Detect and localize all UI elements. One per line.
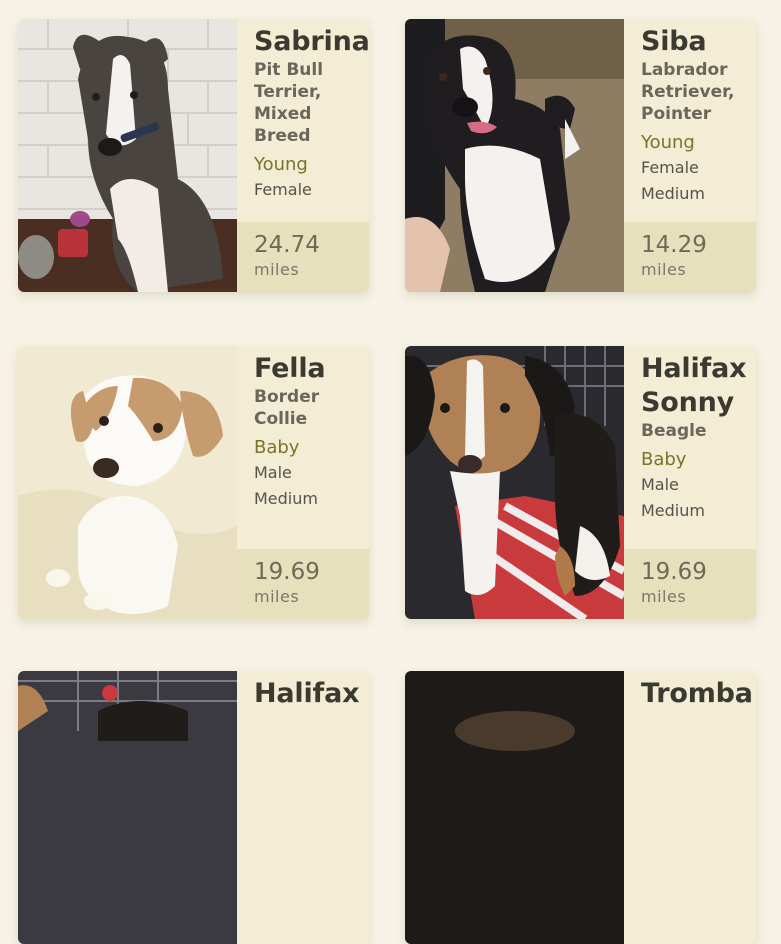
pet-card-halifax-sonny[interactable]: Halifax Sonny Beagle Baby Male Medium 19…	[405, 346, 756, 619]
pet-results-grid: Sabrina Pit Bull Terrier, Mixed Breed Yo…	[0, 0, 781, 944]
pet-age: Young	[254, 154, 308, 175]
pet-photo[interactable]	[18, 346, 237, 619]
distance-unit: miles	[641, 260, 687, 279]
pet-size: Medium	[641, 501, 705, 520]
pet-photo[interactable]	[405, 346, 624, 619]
pet-size: Medium	[254, 489, 318, 508]
pet-gender: Female	[641, 158, 699, 177]
pet-photo[interactable]	[405, 671, 624, 944]
pet-age: Baby	[641, 449, 687, 470]
pet-card-halifax[interactable]: Halifax	[18, 671, 369, 944]
distance-value: 19.69	[641, 559, 707, 585]
pet-photo[interactable]	[18, 671, 237, 944]
distance-value: 19.69	[254, 559, 320, 585]
pet-card-fella[interactable]: Fella Border Collie Baby Male Medium 19.…	[18, 346, 369, 619]
pet-info: Sabrina Pit Bull Terrier, Mixed Breed Yo…	[237, 19, 369, 222]
pet-name[interactable]: Sabrina	[254, 25, 369, 59]
pet-info: Fella Border Collie Baby Male Medium	[237, 346, 369, 549]
pet-distance: 19.69 miles	[624, 549, 756, 619]
pet-card-sabrina[interactable]: Sabrina Pit Bull Terrier, Mixed Breed Yo…	[18, 19, 369, 292]
pet-photo[interactable]	[405, 19, 624, 292]
distance-unit: miles	[641, 587, 687, 606]
pet-breed: Labrador Retriever, Pointer	[641, 60, 735, 124]
pet-breed: Pit Bull Terrier, Mixed Breed	[254, 60, 324, 146]
distance-unit: miles	[254, 587, 300, 606]
pet-info: Halifax Sonny Beagle Baby Male Medium	[624, 346, 756, 549]
pet-info: Tromba	[624, 671, 756, 874]
pet-gender: Male	[641, 475, 679, 494]
pet-name[interactable]: Halifax Sonny	[641, 352, 756, 420]
pet-info: Halifax	[237, 671, 369, 874]
pet-info: Siba Labrador Retriever, Pointer Young F…	[624, 19, 756, 222]
pet-breed: Border Collie	[254, 387, 320, 429]
pet-name[interactable]: Halifax	[254, 677, 369, 711]
distance-value: 24.74	[254, 232, 320, 258]
pet-photo[interactable]	[18, 19, 237, 292]
pet-gender: Male	[254, 463, 292, 482]
pet-name[interactable]: Fella	[254, 352, 369, 386]
pet-age: Young	[641, 132, 695, 153]
pet-distance: 19.69 miles	[237, 549, 369, 619]
pet-name[interactable]: Siba	[641, 25, 756, 59]
pet-name[interactable]: Tromba	[641, 677, 756, 711]
pet-card-siba[interactable]: Siba Labrador Retriever, Pointer Young F…	[405, 19, 756, 292]
distance-value: 14.29	[641, 232, 707, 258]
pet-age: Baby	[254, 437, 300, 458]
pet-size: Medium	[641, 184, 705, 203]
pet-gender: Female	[254, 180, 312, 199]
pet-card-tromba[interactable]: Tromba	[405, 671, 756, 944]
pet-breed: Beagle	[641, 421, 707, 441]
pet-distance: 14.29 miles	[624, 222, 756, 292]
pet-distance: 24.74 miles	[237, 222, 369, 292]
distance-unit: miles	[254, 260, 300, 279]
